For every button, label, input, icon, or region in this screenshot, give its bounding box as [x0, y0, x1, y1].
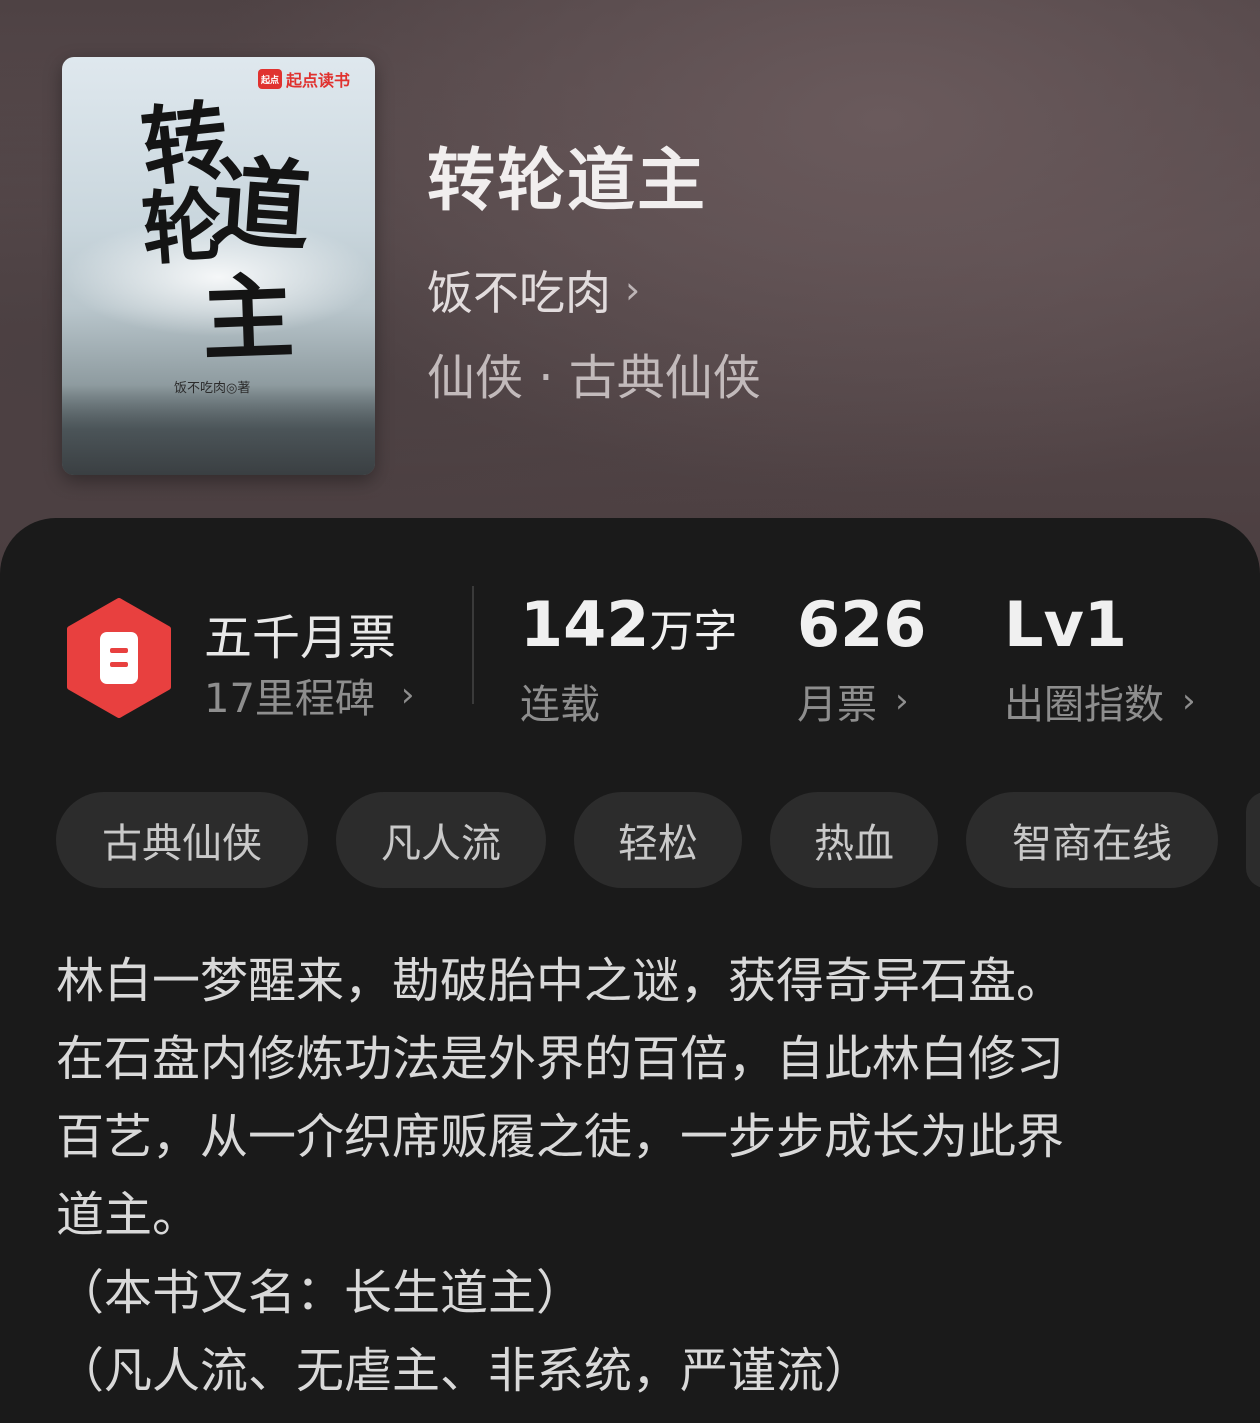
word-count-number: 142 [520, 588, 650, 661]
tag-chip[interactable]: 凡人流 [336, 792, 546, 888]
tag-chip[interactable]: 轻松 [574, 792, 742, 888]
description-line: 在石盘内修炼功法是外界的百倍，自此林白修习 [56, 1031, 1065, 1087]
qidian-logo-icon: 起点 [258, 69, 282, 89]
milestone-link[interactable]: 17里程碑 › [204, 666, 415, 724]
monthly-votes-count: 626 [797, 588, 927, 661]
stats-divider [472, 586, 474, 704]
tag-chip[interactable]: 热血 [770, 792, 938, 888]
serial-status-label: 连载 [520, 682, 600, 728]
description-line: 林白一梦醒来，勘破胎中之谜，获得奇异石盘。 [56, 953, 1065, 1009]
tag-chip[interactable]: 智商在线 [966, 792, 1218, 888]
word-count: 142万字 [520, 594, 737, 656]
monthly-votes-link[interactable]: 月票 › [797, 672, 909, 730]
cover-calligraphy-char: 主 [200, 262, 296, 374]
tag-chip[interactable]: 古典仙侠 [56, 792, 308, 888]
milestone-title[interactable]: 五千月票 [204, 598, 396, 668]
tag-chip-partial[interactable] [1246, 792, 1260, 888]
cover-publisher-badge: 起点 起点读书 [258, 67, 350, 91]
book-cover[interactable]: 起点 起点读书 转 轮 道 主 饭不吃肉◎著 [62, 57, 375, 475]
chevron-right-icon: › [895, 681, 909, 721]
popularity-index-label: 出圈指数 [1004, 682, 1164, 728]
popularity-index-link[interactable]: 出圈指数 › [1004, 672, 1196, 730]
author-name: 饭不吃肉 [427, 266, 611, 320]
cover-author-line: 饭不吃肉◎著 [174, 381, 251, 396]
author-link[interactable]: 饭不吃肉 › [427, 257, 640, 323]
description-line: 百艺，从一介织席贩履之徒，一步步成长为此界 [56, 1109, 1065, 1165]
tag-list: 古典仙侠 凡人流 轻松 热血 智商在线 [56, 792, 1218, 888]
monthly-votes-label: 月票 [797, 682, 877, 728]
description-line: （本书又名：长生道主） [56, 1265, 585, 1321]
milestone-count: 17里程碑 [204, 676, 375, 722]
book-description[interactable]: 林白一梦醒来，勘破胎中之谜，获得奇异石盘。 在石盘内修炼功法是外界的百倍，自此林… [56, 942, 1216, 1410]
cover-rocks [62, 385, 375, 475]
description-line: 道主。 [56, 1187, 201, 1243]
book-detail-page: 起点 起点读书 转 轮 道 主 饭不吃肉◎著 转轮道主 饭不吃肉 › 仙侠 · … [0, 0, 1260, 1423]
book-title: 转轮道主 [427, 142, 708, 221]
popularity-level: Lv1 [1004, 588, 1128, 661]
stats-row: 五千月票 17里程碑 › 142万字 连载 626 月票 › Lv1 出圈指数 … [0, 518, 1260, 758]
book-info-panel: 五千月票 17里程碑 › 142万字 连载 626 月票 › Lv1 出圈指数 … [0, 518, 1260, 1423]
description-line: （凡人流、无虐主、非系统，严谨流） [56, 1343, 873, 1399]
book-genre: 仙侠 · 古典仙侠 [427, 350, 761, 406]
cover-badge-text: 起点读书 [286, 71, 351, 90]
chevron-right-icon: › [400, 675, 415, 715]
word-count-unit: 万字 [649, 606, 738, 657]
book-header: 起点 起点读书 转 轮 道 主 饭不吃肉◎著 转轮道主 饭不吃肉 › 仙侠 · … [0, 0, 1260, 600]
chevron-right-icon: › [1182, 681, 1196, 721]
cover-calligraphy-char: 道 [208, 144, 314, 267]
chevron-right-icon: › [625, 268, 641, 312]
serial-status: 连载 [520, 672, 600, 730]
monthly-ticket-hexagon-icon [67, 598, 171, 718]
